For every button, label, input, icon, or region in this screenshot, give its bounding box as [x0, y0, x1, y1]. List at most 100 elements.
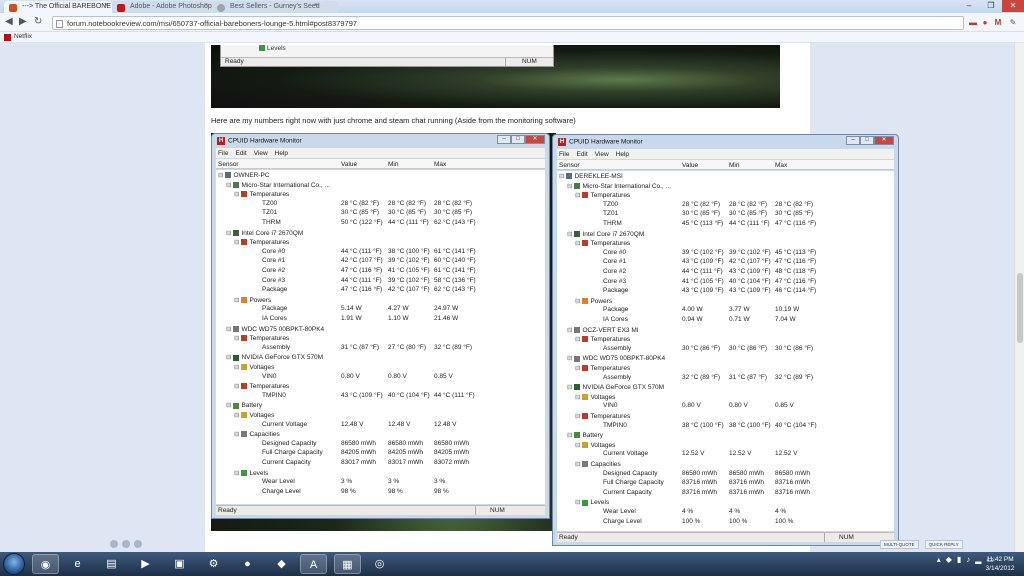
menu-file[interactable]: File — [218, 150, 228, 157]
acrobat-taskbar-icon[interactable]: A — [300, 554, 327, 574]
menu-view[interactable]: View — [595, 151, 609, 158]
chrome-taskbar-icon[interactable]: ◉ — [32, 554, 59, 574]
close-tab-icon[interactable]: × — [104, 2, 108, 9]
collapse-icon[interactable]: ⊟ — [559, 173, 564, 180]
sensor-row[interactable]: VIN0 0.80 V 0.80 V 0.85 V — [216, 372, 545, 382]
close-icon[interactable]: ✕ — [525, 135, 545, 144]
collapse-icon[interactable]: ⊟ — [575, 240, 580, 247]
column-max[interactable]: Max — [434, 161, 446, 168]
hardware-monitor-window-right[interactable]: H CPUID Hardware Monitor – □ ✕ File Edit View… — [552, 134, 899, 546]
sensor-row[interactable]: Charge Level 98 % 98 % 98 % — [216, 487, 545, 497]
collapse-icon[interactable]: ⊟ — [567, 432, 572, 439]
sensor-row[interactable]: Current Capacity 83017 mWh 83017 mWh 83072 … — [216, 458, 545, 468]
sensor-row[interactable]: Assembly 32 °C (89 °F) 31 °C (87 °F) 32 °C … — [557, 373, 894, 383]
sensor-row[interactable]: ⊟ NVIDIA GeForce GTX 570M — [216, 352, 545, 362]
sensor-row[interactable]: Current Voltage 12.52 V 12.52 V 12.52 V — [557, 449, 894, 459]
address-bar[interactable]: forum.notebookreview.com/msi/650737-offi… — [52, 16, 964, 30]
collapse-icon[interactable]: ⊟ — [575, 499, 580, 506]
column-min[interactable]: Min — [388, 161, 398, 168]
sensor-row[interactable]: Full Charge Capacity 84205 mWh 84205 mWh 84… — [216, 448, 545, 458]
close-icon[interactable]: ✕ — [874, 136, 894, 145]
sensor-row[interactable]: Designed Capacity 86580 mWh 86580 mWh 86580… — [216, 439, 545, 449]
tab-adobe[interactable]: Adobe - Adobe Photoshop × — [112, 1, 212, 13]
collapse-icon[interactable]: ⊟ — [234, 470, 239, 477]
collapse-icon[interactable]: ⊟ — [226, 326, 231, 333]
sensor-row[interactable]: IA Cores 1.91 W 1.10 W 21.46 W — [216, 314, 545, 324]
sensor-row[interactable]: Wear Level 4 % 4 % 4 % — [557, 507, 894, 517]
bookmark-netflix[interactable]: Netflix — [4, 33, 32, 41]
tab-gurneys[interactable]: Best Sellers - Gurney's Seed × — [212, 1, 322, 13]
gmail-icon[interactable]: M — [993, 18, 1003, 27]
collapse-icon[interactable]: ⊟ — [234, 412, 239, 419]
column-value[interactable]: Value — [341, 161, 357, 168]
sensor-row[interactable]: ⊟ Voltages — [216, 410, 545, 420]
sensor-row[interactable]: ⊟ WDC WD75 00BPKT-80PK4 — [216, 324, 545, 334]
sensor-row[interactable]: ⊟ Capacities — [216, 429, 545, 439]
collapse-icon[interactable]: ⊟ — [575, 365, 580, 372]
sensor-row[interactable]: Core #3 44 °C (111 °F) 39 °C (102 °F) 58 °C… — [216, 276, 545, 286]
multi-quote-button[interactable]: MULTI-QUOTE — [880, 540, 919, 549]
collapse-icon[interactable]: ⊟ — [226, 354, 231, 361]
sensor-row[interactable]: TZ01 30 °C (85 °F) 30 °C (85 °F) 30 °C (85 … — [216, 208, 545, 218]
menu-file[interactable]: File — [559, 151, 569, 158]
sensor-row[interactable]: Current Voltage 12.48 V 12.48 V 12.48 V — [216, 420, 545, 430]
sensor-row[interactable]: ⊟ Micro-Star International Co., ... — [216, 180, 545, 190]
sensor-row[interactable]: IA Cores 0.94 W 0.71 W 7.04 W — [557, 315, 894, 325]
menu-edit[interactable]: Edit — [576, 151, 587, 158]
maximize-icon[interactable]: □ — [860, 136, 874, 145]
sensor-row[interactable]: Wear Level 3 % 3 % 3 % — [216, 477, 545, 487]
sensor-row[interactable]: ⊟ Temperatures — [216, 237, 545, 247]
collapse-icon[interactable]: ⊟ — [575, 192, 580, 199]
ie-taskbar-icon[interactable]: e — [64, 554, 91, 574]
sensor-row[interactable]: ⊟ Temperatures — [216, 333, 545, 343]
collapse-icon[interactable]: ⊟ — [567, 384, 572, 391]
menu-help[interactable]: Help — [275, 150, 288, 157]
sensor-row[interactable]: ⊟ Capacities — [557, 459, 894, 469]
sensor-row[interactable]: Package 43 °C (109 °F) 43 °C (109 °F) 46 °C… — [557, 286, 894, 296]
collapse-icon[interactable]: ⊟ — [575, 298, 580, 305]
collapse-icon[interactable]: ⊟ — [218, 172, 223, 179]
column-max[interactable]: Max — [775, 162, 787, 169]
page-scrollbar[interactable] — [1014, 43, 1024, 552]
steam-taskbar-icon[interactable]: ⚙ — [200, 554, 227, 574]
sensor-row[interactable]: TMPIN0 43 °C (109 °F) 40 °C (104 °F) 44 °C … — [216, 391, 545, 401]
collapse-icon[interactable]: ⊟ — [567, 183, 572, 190]
menu-help[interactable]: Help — [616, 151, 629, 158]
reload-icon[interactable]: ↻ — [34, 17, 42, 27]
scrollbar-thumb[interactable] — [1017, 273, 1023, 343]
sensor-row[interactable]: TZ00 28 °C (82 °F) 28 °C (82 °F) 28 °C (82 … — [216, 199, 545, 209]
quick-reply-button[interactable]: QUICK REPLY — [924, 540, 963, 549]
forward-icon[interactable]: ▶ — [19, 17, 27, 27]
collapse-icon[interactable]: ⊟ — [575, 413, 580, 420]
sensor-row[interactable]: ⊟ Intel Core i7 2670QM — [557, 229, 894, 239]
sensor-row[interactable]: Core #0 39 °C (102 °F) 39 °C (102 °F) 45 °C… — [557, 248, 894, 258]
new-tab-button[interactable] — [322, 1, 338, 13]
sensor-row[interactable]: Core #1 42 °C (107 °F) 39 °C (102 °F) 60 °C… — [216, 256, 545, 266]
collapse-icon[interactable]: ⊟ — [234, 383, 239, 390]
hardware-monitor-window-left[interactable]: H CPUID Hardware Monitor – □ ✕ File Edit View… — [211, 133, 550, 519]
sensor-row[interactable]: Assembly 31 °C (87 °F) 27 °C (80 °F) 32 °C … — [216, 343, 545, 353]
sensor-row[interactable]: Core #1 43 °C (109 °F) 42 °C (107 °F) 47 °C… — [557, 257, 894, 267]
sensor-row[interactable]: ⊟ Battery — [557, 430, 894, 440]
minimize-icon[interactable]: – — [846, 136, 860, 145]
sensor-row[interactable]: THRM 45 °C (113 °F) 44 °C (111 °F) 47 °C (1… — [557, 219, 894, 229]
close-tab-icon[interactable]: × — [204, 2, 208, 9]
start-button[interactable] — [3, 553, 25, 575]
sensor-row[interactable]: Core #0 44 °C (111 °F) 38 °C (100 °F) 61 °C… — [216, 247, 545, 257]
sensor-row[interactable]: Full Charge Capacity 83716 mWh 83716 mWh 83… — [557, 478, 894, 488]
cpuid-taskbar-icon[interactable]: ▦ — [334, 554, 361, 574]
sensor-row[interactable]: ⊟ Temperatures — [557, 363, 894, 373]
maximize-icon[interactable]: ❐ — [980, 0, 1002, 12]
tray-icon[interactable]: ▮ — [957, 555, 961, 564]
maximize-icon[interactable]: □ — [511, 135, 525, 144]
menu-view[interactable]: View — [254, 150, 268, 157]
collapse-icon[interactable]: ⊟ — [226, 402, 231, 409]
sensor-row[interactable]: Core #3 41 °C (105 °F) 40 °C (104 °F) 47 °C… — [557, 277, 894, 287]
sensor-row[interactable]: Current Capacity 83716 mWh 83716 mWh 83716 … — [557, 488, 894, 498]
sensor-row[interactable]: ⊟ OWNER-PC — [216, 170, 545, 180]
collapse-icon[interactable]: ⊟ — [234, 297, 239, 304]
menu-edit[interactable]: Edit — [235, 150, 246, 157]
collapse-icon[interactable]: ⊟ — [575, 461, 580, 468]
collapse-icon[interactable]: ⊟ — [234, 335, 239, 342]
sensor-row[interactable]: Package 47 °C (116 °F) 42 °C (107 °F) 62 °C… — [216, 285, 545, 295]
